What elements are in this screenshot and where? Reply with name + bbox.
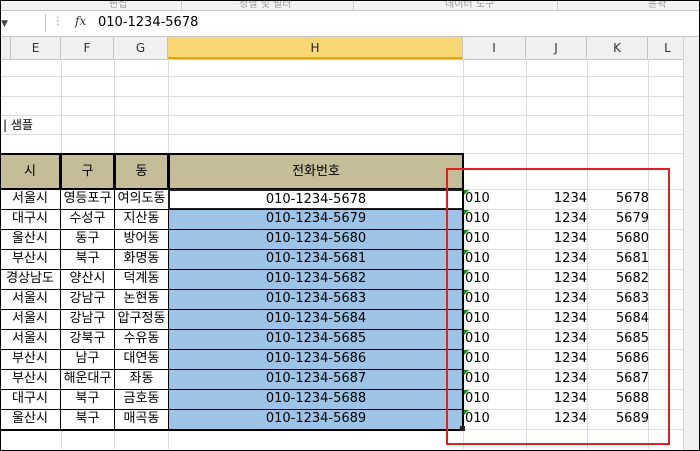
cell-neighborhood[interactable]: 논현동 xyxy=(114,289,169,310)
cell-district[interactable]: 북구 xyxy=(60,389,115,410)
cell-phone[interactable]: 010-1234-5685 xyxy=(168,329,464,350)
header-city[interactable]: 시 xyxy=(1,153,61,190)
column-header-l[interactable]: L xyxy=(648,37,688,59)
ribbon-group-sort-filter[interactable]: 정렬 및 필터 xyxy=(239,1,291,10)
name-box-dropdown-icon[interactable]: ▼ xyxy=(1,19,8,29)
header-district[interactable]: 구 xyxy=(60,153,115,190)
column-header-j[interactable]: J xyxy=(526,37,587,59)
column-header-e[interactable]: E xyxy=(11,37,61,59)
cell-neighborhood[interactable]: 방어동 xyxy=(114,229,169,250)
cell-district[interactable]: 해운대구 xyxy=(60,369,115,390)
column-header-g[interactable]: G xyxy=(114,37,168,59)
cell-district[interactable]: 영등포구 xyxy=(60,189,115,210)
cell-neighborhood[interactable]: 매곡동 xyxy=(114,409,169,430)
cell-city[interactable]: 부산시 xyxy=(1,249,61,270)
cell-city[interactable]: 부산시 xyxy=(1,369,61,390)
cell-phone[interactable]: 010-1234-5689 xyxy=(168,409,464,430)
cell-phone[interactable]: 010-1234-5688 xyxy=(168,389,464,410)
cell-district[interactable]: 수성구 xyxy=(60,209,115,230)
name-box[interactable]: ▼ xyxy=(1,14,46,32)
cell-city[interactable]: 대구시 xyxy=(1,389,61,410)
cell-phone[interactable]: 010-1234-5682 xyxy=(168,269,464,290)
spreadsheet-window: 편집 정렬 및 필터 데이터 도구 윤곽 ▼ ⋮ fx 010-1234-567… xyxy=(0,0,700,451)
sample-label: | 샘플 xyxy=(3,118,33,132)
cell-city[interactable]: 대구시 xyxy=(1,209,61,230)
cell-neighborhood[interactable]: 대연동 xyxy=(114,349,169,370)
cell-neighborhood[interactable]: 압구정동 xyxy=(114,309,169,330)
ribbon-group-edit[interactable]: 편집 xyxy=(109,1,127,10)
cell-phone[interactable]: 010-1234-5679 xyxy=(168,209,464,230)
cell-phone[interactable]: 010-1234-5683 xyxy=(168,289,464,310)
cell-city[interactable]: 서울시 xyxy=(1,189,61,210)
row-header-corner[interactable] xyxy=(1,37,11,59)
column-header-k[interactable]: K xyxy=(587,37,648,59)
resize-handle-icon[interactable]: ⋮ xyxy=(53,16,63,27)
cell-neighborhood[interactable]: 화명동 xyxy=(114,249,169,270)
cell-neighborhood[interactable]: 덕계동 xyxy=(114,269,169,290)
cell-city[interactable]: 서울시 xyxy=(1,289,61,310)
cell-city[interactable]: 경상남도 xyxy=(1,269,61,290)
ribbon-bottom: 편집 정렬 및 필터 데이터 도구 윤곽 xyxy=(1,1,699,11)
formula-input[interactable]: 010-1234-5678 xyxy=(98,15,198,30)
cell-phone[interactable]: 010-1234-5681 xyxy=(168,249,464,270)
cell-district[interactable]: 북구 xyxy=(60,249,115,270)
cell-district[interactable]: 동구 xyxy=(60,229,115,250)
cell-neighborhood[interactable]: 금호동 xyxy=(114,389,169,410)
header-neighborhood[interactable]: 동 xyxy=(114,153,169,190)
cell-district[interactable]: 북구 xyxy=(60,409,115,430)
cell-phone[interactable]: 010-1234-5678 xyxy=(168,189,464,210)
cell-phone[interactable]: 010-1234-5680 xyxy=(168,229,464,250)
cell-district[interactable]: 강남구 xyxy=(60,289,115,310)
cell-phone[interactable]: 010-1234-5686 xyxy=(168,349,464,370)
ribbon-group-data-tools[interactable]: 데이터 도구 xyxy=(445,1,494,10)
cell-district[interactable]: 강남구 xyxy=(60,309,115,330)
column-header-h[interactable]: H xyxy=(168,37,463,59)
highlight-box xyxy=(446,168,670,445)
insert-function-icon[interactable]: fx xyxy=(75,14,86,28)
cell-neighborhood[interactable]: 여의도동 xyxy=(114,189,169,210)
cell-neighborhood[interactable]: 수유동 xyxy=(114,329,169,350)
column-header-f[interactable]: F xyxy=(61,37,114,59)
column-header-i[interactable]: I xyxy=(463,37,526,59)
table-bottom-border xyxy=(1,429,464,431)
cell-city[interactable]: 울산시 xyxy=(1,229,61,250)
cell-city[interactable]: 서울시 xyxy=(1,329,61,350)
cell-neighborhood[interactable]: 좌동 xyxy=(114,369,169,390)
ribbon-group-outline[interactable]: 윤곽 xyxy=(648,1,666,10)
header-phone[interactable]: 전화번호 xyxy=(168,153,464,190)
column-headers: E F G H I J K L xyxy=(1,37,699,60)
formula-bar: ▼ ⋮ fx 010-1234-5678 xyxy=(1,11,699,37)
cell-phone[interactable]: 010-1234-5684 xyxy=(168,309,464,330)
cell-city[interactable]: 울산시 xyxy=(1,409,61,430)
cell-neighborhood[interactable]: 지산동 xyxy=(114,209,169,230)
cell-city[interactable]: 서울시 xyxy=(1,309,61,330)
cell-city[interactable]: 부산시 xyxy=(1,349,61,370)
cell-district[interactable]: 남구 xyxy=(60,349,115,370)
cell-district[interactable]: 양산시 xyxy=(60,269,115,290)
cell-district[interactable]: 강북구 xyxy=(60,329,115,350)
cell-phone[interactable]: 010-1234-5687 xyxy=(168,369,464,390)
vertical-scrollbar[interactable] xyxy=(683,37,699,450)
